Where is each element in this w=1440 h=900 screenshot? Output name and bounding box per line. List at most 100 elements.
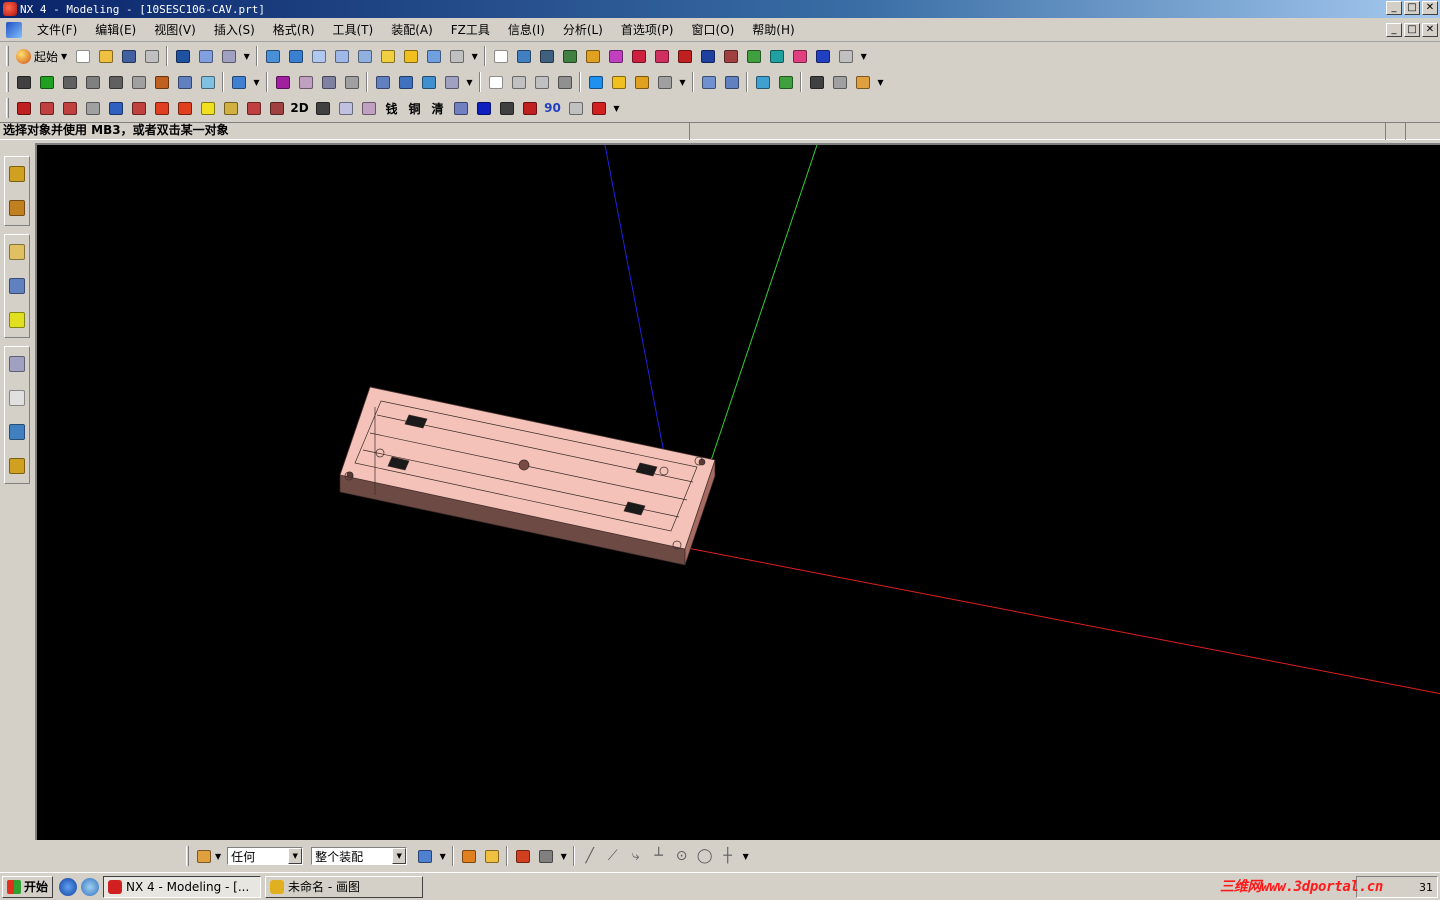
taskbar-task[interactable]: 未命名 - 画图 bbox=[265, 875, 424, 898]
roles-tab[interactable] bbox=[6, 452, 28, 480]
view-orient-button[interactable] bbox=[606, 46, 626, 66]
wireframe-button[interactable] bbox=[309, 46, 329, 66]
color-wheel-button[interactable] bbox=[482, 846, 502, 866]
start-button[interactable]: 起始 ▼ bbox=[12, 46, 71, 66]
view-section-button[interactable] bbox=[491, 46, 511, 66]
reuse-library-tab[interactable] bbox=[6, 238, 28, 266]
cat-button[interactable] bbox=[853, 72, 873, 92]
toolbar-dropdown-icon[interactable]: ▼ bbox=[859, 46, 869, 66]
show-desktop-icon[interactable] bbox=[81, 877, 100, 896]
pin-button[interactable] bbox=[83, 98, 103, 118]
layout-button[interactable] bbox=[129, 72, 149, 92]
hyperlink-button[interactable] bbox=[196, 46, 216, 66]
family-mold-button[interactable] bbox=[152, 72, 172, 92]
open-button[interactable] bbox=[96, 46, 116, 66]
cylinder-button[interactable] bbox=[60, 98, 80, 118]
face-analysis-button[interactable] bbox=[378, 46, 398, 66]
toolbar-dropdown-icon[interactable]: ▼ bbox=[252, 72, 262, 92]
clamp-button[interactable] bbox=[699, 72, 719, 92]
graphics-window[interactable] bbox=[35, 143, 1440, 840]
menu-item[interactable]: 窗口(O) bbox=[682, 21, 743, 38]
mold-tool-button[interactable] bbox=[175, 72, 195, 92]
move-layer-button[interactable] bbox=[537, 46, 557, 66]
dim2-button[interactable] bbox=[313, 98, 333, 118]
endpoint-snap-icon[interactable]: ╱ bbox=[580, 846, 600, 866]
color-button[interactable] bbox=[767, 46, 787, 66]
menu-item[interactable]: 首选项(P) bbox=[612, 21, 683, 38]
menu-item[interactable]: 编辑(E) bbox=[86, 21, 145, 38]
snap-point-button[interactable] bbox=[459, 846, 479, 866]
arc-center-snap-icon[interactable]: ⊙ bbox=[672, 846, 692, 866]
hidden-edges-button[interactable] bbox=[332, 46, 352, 66]
document-icon[interactable] bbox=[6, 21, 22, 38]
bomb-button[interactable] bbox=[520, 98, 540, 118]
close-button[interactable]: ✕ bbox=[1422, 1, 1438, 15]
shrinkage-button[interactable] bbox=[83, 72, 103, 92]
red-ball-button[interactable] bbox=[589, 98, 609, 118]
process-studio-tab[interactable] bbox=[6, 418, 28, 446]
maximize-button[interactable]: □ bbox=[1404, 1, 1420, 15]
mold-plate-part[interactable] bbox=[339, 386, 716, 566]
existing-point-snap-icon[interactable]: ┼ bbox=[718, 846, 738, 866]
type-filter-button[interactable] bbox=[194, 846, 214, 866]
undo-button[interactable] bbox=[173, 46, 193, 66]
control-point-snap-icon[interactable]: ⤷ bbox=[626, 846, 646, 866]
menu-item[interactable]: 信息(I) bbox=[499, 21, 554, 38]
drawing-button[interactable] bbox=[555, 72, 575, 92]
menu-item[interactable]: 帮助(H) bbox=[743, 21, 803, 38]
doc-restore-button[interactable]: □ bbox=[1404, 23, 1420, 37]
block-button[interactable] bbox=[14, 98, 34, 118]
electrode-button[interactable] bbox=[442, 72, 462, 92]
assembly-navigator-tab[interactable] bbox=[6, 160, 28, 188]
type-filter-dropdown-icon[interactable]: ▼ bbox=[215, 852, 221, 861]
stack-button[interactable] bbox=[221, 98, 241, 118]
studio-button[interactable] bbox=[401, 46, 421, 66]
mold-init-button[interactable] bbox=[37, 72, 57, 92]
calc-button[interactable] bbox=[813, 46, 833, 66]
text-button[interactable] bbox=[836, 46, 856, 66]
csys-button[interactable] bbox=[513, 846, 533, 866]
taskbar-task[interactable]: NX 4 - Modeling - [... bbox=[103, 875, 262, 898]
gear-button[interactable] bbox=[790, 46, 810, 66]
toolbar-dropdown-icon[interactable]: ▼ bbox=[438, 846, 448, 866]
intersection-snap-icon[interactable]: ┴ bbox=[649, 846, 669, 866]
select-button[interactable] bbox=[219, 46, 239, 66]
toolbar-dropdown-icon[interactable]: ▼ bbox=[612, 98, 622, 118]
parting-button[interactable] bbox=[198, 72, 218, 92]
view-mgr-button[interactable] bbox=[632, 72, 652, 92]
dark-button[interactable] bbox=[497, 98, 517, 118]
quadrant-snap-icon[interactable]: ◯ bbox=[695, 846, 715, 866]
subinsert-button[interactable] bbox=[342, 72, 362, 92]
measure-button[interactable] bbox=[721, 46, 741, 66]
toolbar-dropdown-icon[interactable]: ▼ bbox=[470, 46, 480, 66]
measure2-button[interactable] bbox=[807, 72, 827, 92]
analysis-c-button[interactable] bbox=[675, 46, 695, 66]
arrow-right-button[interactable] bbox=[609, 72, 629, 92]
list-button[interactable] bbox=[655, 72, 675, 92]
standard-part-button[interactable] bbox=[273, 72, 293, 92]
mold-csys-button[interactable] bbox=[60, 72, 80, 92]
char-b-button[interactable]: 铜 bbox=[405, 98, 425, 118]
menu-item[interactable]: 格式(R) bbox=[264, 21, 324, 38]
select-general-button[interactable] bbox=[415, 846, 435, 866]
chevron-down-icon[interactable]: ▼ bbox=[288, 848, 303, 864]
runner-button[interactable] bbox=[396, 72, 416, 92]
trim-button[interactable] bbox=[486, 72, 506, 92]
target2-button[interactable] bbox=[175, 98, 195, 118]
print-button[interactable] bbox=[142, 46, 162, 66]
next-button[interactable] bbox=[776, 72, 796, 92]
menu-item[interactable]: 工具(T) bbox=[324, 21, 383, 38]
plate-button[interactable] bbox=[336, 98, 356, 118]
type-filter-select[interactable]: 任何 ▼ bbox=[227, 847, 304, 865]
analysis-b-button[interactable] bbox=[652, 46, 672, 66]
cavity-button[interactable] bbox=[509, 72, 529, 92]
ie-icon[interactable] bbox=[59, 877, 78, 896]
menu-item[interactable]: FZ工具 bbox=[442, 21, 499, 38]
bom-button[interactable] bbox=[532, 72, 552, 92]
misc-button[interactable] bbox=[830, 72, 850, 92]
snap-options-button[interactable] bbox=[536, 846, 556, 866]
toolbar-dropdown-icon[interactable]: ▼ bbox=[559, 846, 569, 866]
cooling-button[interactable] bbox=[419, 72, 439, 92]
system-materials-tab[interactable] bbox=[6, 384, 28, 412]
slider-button[interactable] bbox=[319, 72, 339, 92]
